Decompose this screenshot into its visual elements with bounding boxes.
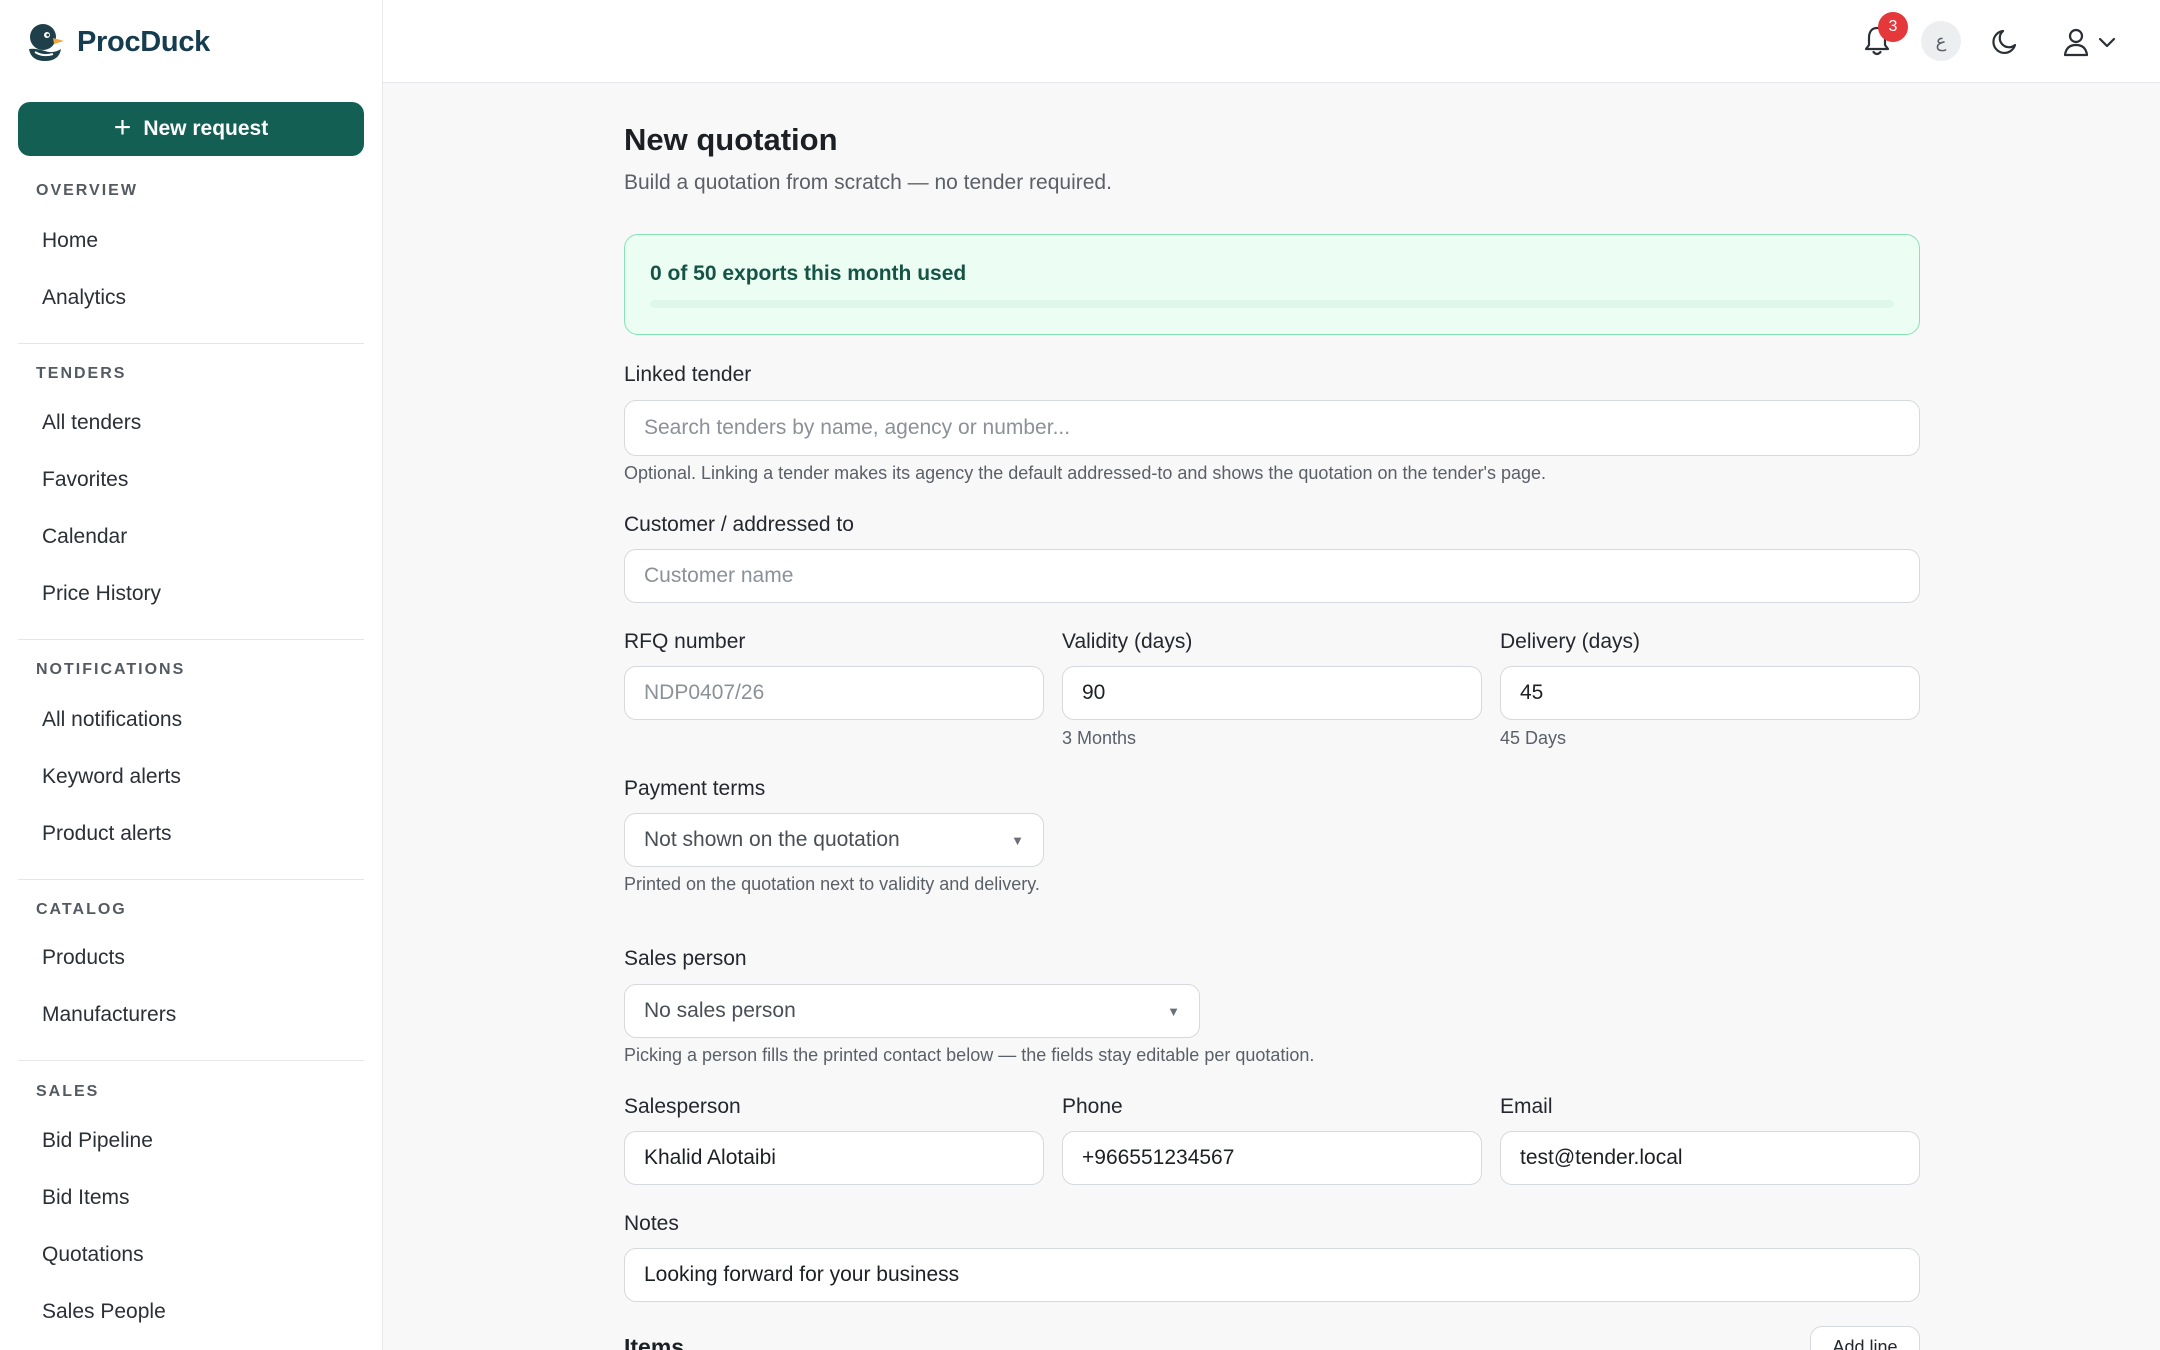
dropdown-caret-icon: ▼ (1011, 832, 1024, 848)
payment-terms-help: Printed on the quotation next to validit… (624, 874, 1040, 894)
delivery-help: 45 Days (1500, 728, 1567, 748)
sidebar: ProcDuck + New request OVERVIEW Home Ana… (0, 0, 383, 1350)
sidebar-divider (18, 879, 364, 880)
sidebar-item-home[interactable]: Home (42, 229, 98, 253)
export-quota-card: 0 of 50 exports this month used (624, 234, 1920, 335)
new-request-button[interactable]: + New request (18, 102, 364, 156)
items-heading: Items (624, 1334, 685, 1350)
sidebar-item-analytics[interactable]: Analytics (42, 286, 126, 310)
payment-terms-selected: Not shown on the quotation (644, 828, 900, 851)
section-title-overview: OVERVIEW (36, 182, 138, 199)
sidebar-item-quotations[interactable]: Quotations (42, 1243, 144, 1267)
sales-person-select[interactable]: No sales person ▼ (624, 984, 1200, 1038)
sidebar-item-calendar[interactable]: Calendar (42, 525, 127, 549)
add-line-button[interactable]: Add line (1810, 1326, 1920, 1350)
sidebar-item-bid-pipeline[interactable]: Bid Pipeline (42, 1129, 153, 1153)
notes-input[interactable]: Looking forward for your business (624, 1248, 1920, 1302)
phone-label: Phone (1062, 1095, 1123, 1118)
app-name: ProcDuck (77, 25, 210, 58)
sidebar-item-price-history[interactable]: Price History (42, 582, 161, 606)
sales-person-help: Picking a person fills the printed conta… (624, 1045, 1315, 1065)
chevron-down-icon (2098, 37, 2116, 48)
phone-input[interactable]: +966551234567 (1062, 1131, 1482, 1185)
payment-terms-select[interactable]: Not shown on the quotation ▼ (624, 813, 1044, 867)
section-title-notifications: NOTIFICATIONS (36, 661, 186, 678)
rfq-number-input[interactable]: NDP0407/26 (624, 666, 1044, 720)
export-quota-text: 0 of 50 exports this month used (650, 262, 967, 285)
brand[interactable]: ProcDuck (23, 20, 210, 64)
email-input[interactable]: test@tender.local (1500, 1131, 1920, 1185)
sidebar-divider (18, 639, 364, 640)
sidebar-item-product-alerts[interactable]: Product alerts (42, 822, 172, 846)
customer-name-input[interactable]: Customer name (624, 549, 1920, 603)
sales-person-label: Sales person (624, 947, 747, 970)
language-toggle-button[interactable]: ع (1921, 21, 1961, 61)
notes-label: Notes (624, 1212, 679, 1235)
dropdown-caret-icon: ▼ (1167, 1003, 1180, 1019)
page-subtitle: Build a quotation from scratch — no tend… (624, 171, 1112, 194)
validity-help: 3 Months (1062, 728, 1137, 748)
section-title-catalog: CATALOG (36, 901, 127, 918)
validity-days-input[interactable]: 90 (1062, 666, 1482, 720)
linked-tender-label: Linked tender (624, 363, 752, 386)
user-icon (2063, 28, 2089, 57)
payment-terms-label: Payment terms (624, 777, 766, 800)
moon-icon[interactable] (1991, 26, 2021, 56)
sidebar-item-keyword-alerts[interactable]: Keyword alerts (42, 765, 181, 789)
delivery-label: Delivery (days) (1500, 630, 1641, 653)
export-quota-progress (650, 300, 1894, 308)
email-label: Email (1500, 1095, 1553, 1118)
page-title: New quotation (624, 122, 838, 157)
sidebar-divider (18, 343, 364, 344)
section-title-tenders: TENDERS (36, 365, 127, 382)
new-request-label: New request (143, 117, 269, 140)
notification-badge: 3 (1878, 12, 1908, 42)
salesperson-label: Salesperson (624, 1095, 741, 1118)
plus-icon: + (113, 110, 132, 144)
linked-tender-search-input[interactable]: Search tenders by name, agency or number… (624, 400, 1920, 456)
salesperson-input[interactable]: Khalid Alotaibi (624, 1131, 1044, 1185)
sidebar-divider (18, 1060, 364, 1061)
duck-logo-icon (29, 24, 64, 61)
sales-person-selected: No sales person (644, 999, 796, 1022)
rfq-number-label: RFQ number (624, 630, 746, 653)
customer-label: Customer / addressed to (624, 513, 854, 536)
section-title-sales: SALES (36, 1083, 100, 1100)
sidebar-item-products[interactable]: Products (42, 946, 125, 970)
user-menu-button[interactable] (2062, 26, 2122, 58)
sidebar-item-all-notifications[interactable]: All notifications (42, 708, 182, 732)
linked-tender-help: Optional. Linking a tender makes its age… (624, 463, 1547, 483)
sidebar-item-sales-people[interactable]: Sales People (42, 1300, 166, 1324)
sidebar-item-all-tenders[interactable]: All tenders (42, 411, 141, 435)
sidebar-item-bid-items[interactable]: Bid Items (42, 1186, 130, 1210)
validity-label: Validity (days) (1062, 630, 1193, 653)
delivery-days-input[interactable]: 45 (1500, 666, 1920, 720)
sidebar-item-favorites[interactable]: Favorites (42, 468, 128, 492)
sidebar-item-manufacturers[interactable]: Manufacturers (42, 1003, 176, 1027)
